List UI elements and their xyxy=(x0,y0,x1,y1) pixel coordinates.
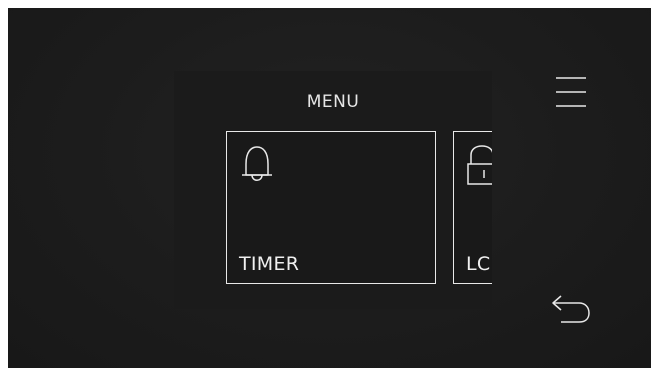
timer-label: TIMER xyxy=(239,253,300,275)
lock-tile[interactable]: LC xyxy=(453,131,492,284)
timer-tile[interactable]: TIMER xyxy=(226,131,436,284)
menu-title: MENU xyxy=(306,92,360,112)
hamburger-icon[interactable] xyxy=(555,76,587,108)
bell-icon xyxy=(242,146,272,181)
lock-label: LC xyxy=(466,253,491,275)
back-arrow-icon[interactable] xyxy=(549,293,591,325)
unlock-icon xyxy=(467,145,492,185)
device-screen: MENU TIMER LC xyxy=(8,8,651,368)
menu-panel: MENU TIMER LC xyxy=(174,71,492,309)
